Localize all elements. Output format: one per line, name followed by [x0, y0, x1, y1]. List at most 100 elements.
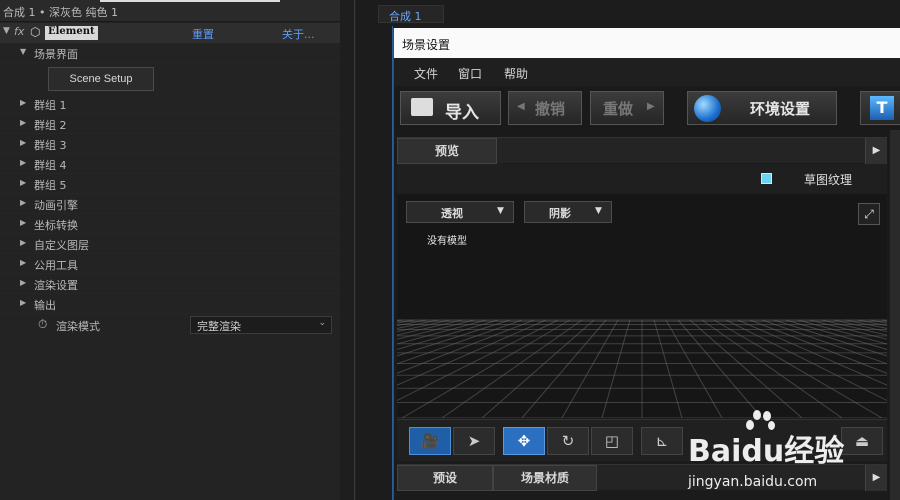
main-toolbar: 导入 ◀ 撤销 重做 ▶ 环境设置 T	[394, 86, 900, 134]
group-row[interactable]: ▶ 自定义图层	[0, 234, 340, 254]
preview-tab-bar: 预览 ▶	[397, 137, 887, 164]
panel-divider[interactable]	[340, 0, 355, 500]
group-label: 群组 1	[34, 99, 67, 112]
rotate-icon: ↻	[561, 432, 575, 450]
expand-triangle-icon[interactable]: ▶	[20, 138, 26, 147]
stopwatch-icon[interactable]: ⏱	[38, 317, 47, 332]
reset-link[interactable]: 重置	[192, 26, 214, 42]
expand-triangle-icon[interactable]: ▶	[20, 278, 26, 287]
expand-triangle-icon[interactable]: ▶	[20, 158, 26, 167]
tab-scene-materials[interactable]: 场景材质	[493, 465, 597, 491]
group-row[interactable]: ▶ 动画引擎	[0, 194, 340, 214]
layer-path-text: 合成 1 • 深灰色 纯色 1	[3, 6, 118, 19]
draft-texture-checkbox[interactable]	[761, 173, 772, 184]
arrow-right-icon: ▶	[647, 101, 655, 112]
group-row[interactable]: ▶ 输出	[0, 294, 340, 314]
menu-file[interactable]: 文件	[414, 65, 438, 82]
scene-setup-button[interactable]: Scene Setup	[48, 67, 154, 91]
environment-settings-label: 环境设置	[750, 100, 811, 118]
group-row[interactable]: ▶ 群组 4	[0, 154, 340, 174]
draft-texture-label: 草图纹理	[804, 173, 853, 187]
group-row[interactable]: ▶ 群组 5	[0, 174, 340, 194]
scene-section-label: 场景界面	[34, 48, 78, 61]
scale-icon: ◰	[604, 432, 620, 450]
collapse-triangle-icon[interactable]: ▼	[3, 26, 10, 36]
expand-triangle-icon[interactable]: ▶	[20, 118, 26, 127]
group-row[interactable]: ▶ 坐标转换	[0, 214, 340, 234]
group-row[interactable]: ▶ 渲染设置	[0, 274, 340, 294]
shadow-dropdown-value: 阴影	[549, 207, 571, 220]
grid-line	[397, 319, 451, 333]
render-mode-select[interactable]: 完整渲染 ⌄	[190, 316, 332, 334]
preview-options-row: 草图纹理	[397, 164, 887, 194]
group-label: 渲染设置	[34, 279, 78, 292]
about-link[interactable]: 关于...	[282, 26, 315, 42]
view-dropdown-value: 透视	[441, 207, 463, 220]
shadow-dropdown[interactable]: 阴影 ▼	[524, 201, 612, 223]
menu-help[interactable]: 帮助	[504, 65, 528, 82]
redo-button[interactable]: 重做 ▶	[590, 91, 664, 125]
grid-line	[481, 319, 595, 418]
import-button[interactable]: 导入	[400, 91, 501, 125]
expand-triangle-icon[interactable]: ▶	[20, 178, 26, 187]
expand-triangle-icon[interactable]: ▶	[20, 258, 26, 267]
group-label: 群组 4	[34, 159, 67, 172]
maximize-icon[interactable]: ⤢	[858, 203, 880, 225]
globe-icon	[694, 95, 721, 122]
tab-composition[interactable]: 合成 1	[378, 5, 444, 23]
arrow-left-icon: ◀	[517, 101, 525, 112]
view-dropdown[interactable]: 透视 ▼	[406, 201, 514, 223]
watermark-url: jingyan.baidu.com	[688, 474, 818, 490]
scale-tool-button[interactable]: ◰	[591, 427, 633, 455]
expand-triangle-icon[interactable]: ▶	[20, 298, 26, 307]
grid-line	[397, 319, 487, 345]
move-tool-button[interactable]: ✥	[503, 427, 545, 455]
menu-window[interactable]: 窗口	[458, 65, 482, 82]
group-label: 群组 2	[34, 119, 67, 132]
camera-tool-button[interactable]: 🎥	[409, 427, 451, 455]
effect-header-row: ▼ fx ⬡ Element 重置 关于...	[0, 23, 340, 43]
no-model-text: 没有模型	[427, 236, 467, 247]
grid-line	[397, 319, 559, 402]
window-title: 场景设置	[394, 28, 900, 58]
grid-line	[653, 319, 683, 418]
undo-button[interactable]: ◀ 撤销	[508, 91, 582, 125]
grid-line	[401, 319, 571, 418]
expand-triangle-icon[interactable]: ▶	[20, 98, 26, 107]
expand-triangle-icon[interactable]: ▼	[20, 47, 26, 56]
right-edge-strip	[890, 130, 900, 500]
render-mode-label: 渲染模式	[56, 320, 100, 333]
tab-preview[interactable]: 预览	[397, 138, 497, 164]
header-highlight-line	[100, 0, 280, 2]
group-row[interactable]: ▶ 公用工具	[0, 254, 340, 274]
cursor-icon: ➤	[467, 432, 481, 450]
chevron-down-icon: ⌄	[318, 318, 326, 328]
panel-arrow-right-icon[interactable]: ▶	[865, 138, 887, 164]
redo-label: 重做	[603, 100, 634, 118]
effect-name: Element	[45, 26, 98, 40]
scene-section-row[interactable]: ▼ 场景界面	[0, 43, 340, 63]
select-tool-button[interactable]: ➤	[453, 427, 495, 455]
grid-line	[601, 319, 631, 418]
logo-button[interactable]: T	[860, 91, 900, 125]
camera-icon: 🎥	[420, 432, 440, 450]
tab-presets[interactable]: 预设	[397, 465, 493, 491]
t-logo-icon: T	[870, 96, 894, 120]
panel-header: 合成 1 • 深灰色 纯色 1	[0, 0, 340, 22]
group-row[interactable]: ▶ 群组 3	[0, 134, 340, 154]
axis-tool-button[interactable]: ⊾	[641, 427, 683, 455]
watermark-brand: Baidu经验	[688, 434, 845, 469]
environment-settings-button[interactable]: 环境设置	[687, 91, 837, 125]
3d-viewport[interactable]: 没有模型	[397, 194, 887, 418]
group-label: 公用工具	[34, 259, 78, 272]
rotate-tool-button[interactable]: ↻	[547, 427, 589, 455]
expand-triangle-icon[interactable]: ▶	[20, 218, 26, 227]
group-row[interactable]: ▶ 群组 1	[0, 94, 340, 114]
move-icon: ✥	[517, 432, 531, 450]
grid-line	[397, 319, 547, 386]
group-row[interactable]: ▶ 群组 2	[0, 114, 340, 134]
expand-triangle-icon[interactable]: ▶	[20, 238, 26, 247]
expand-triangle-icon[interactable]: ▶	[20, 198, 26, 207]
fx-icon[interactable]: fx	[14, 25, 24, 38]
group-label: 群组 5	[34, 179, 67, 192]
